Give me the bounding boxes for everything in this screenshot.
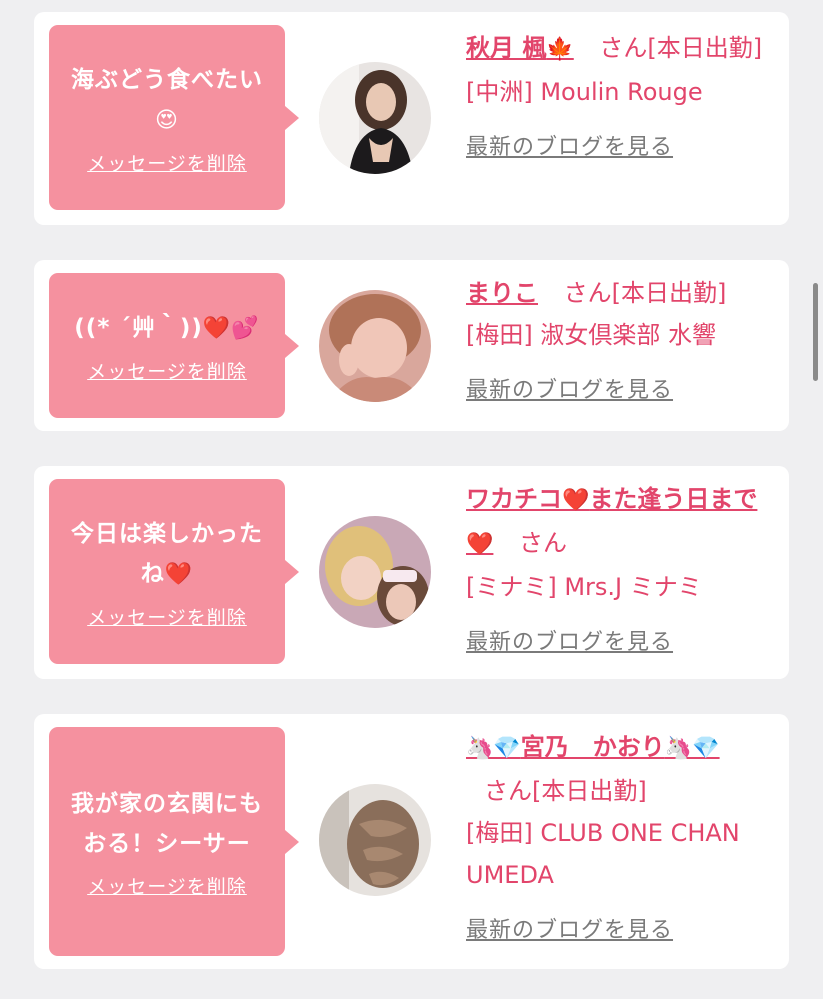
heart-eyes-emoji-icon: 😍 [155, 107, 179, 133]
cast-name-link[interactable]: 秋月 楓🍁 [466, 34, 574, 62]
cast-name-link[interactable]: ワカチコ❤️また逢う日まで❤️ [466, 485, 757, 557]
blog-link[interactable]: 最新のブログを見る [466, 127, 766, 169]
message-bubble: 今日は楽しかったね❤️ メッセージを削除 [49, 479, 299, 664]
message-text: ((* ´艸｀))❤️💕 [74, 314, 260, 341]
message-bubble: ((* ´艸｀))❤️💕 メッセージを削除 [49, 273, 299, 418]
message-card: ((* ´艸｀))❤️💕 メッセージを削除 まりこ さん[本日出勤] [梅田] … [34, 260, 789, 431]
avatar[interactable] [319, 784, 431, 896]
heart-emoji-icon: ❤️ [164, 561, 194, 587]
cast-info: まりこ さん[本日出勤] [梅田] 淑女倶楽部 水響 最新のブログを見る [466, 272, 766, 412]
cast-suffix: さん[本日出勤] [563, 279, 727, 307]
avatar[interactable] [319, 516, 431, 628]
message-card: 我が家の玄関にもおる！シーサー メッセージを削除 🦄💎宮乃 かおり🦄💎 さん[本… [34, 714, 789, 969]
cast-name-link[interactable]: 🦄💎宮乃 かおり🦄💎 [466, 733, 720, 761]
cast-suffix: さん [519, 529, 568, 557]
message-text: 海ぶどう食べたい 😍 [71, 66, 263, 133]
shop-name: [ミナミ] Mrs.J ミナミ [466, 573, 702, 601]
delete-message-link[interactable]: メッセージを削除 [87, 149, 247, 176]
message-text: 我が家の玄関にもおる！シーサー [71, 791, 263, 857]
message-text: 今日は楽しかったね❤️ [71, 520, 263, 587]
blog-link[interactable]: 最新のブログを見る [466, 370, 766, 412]
unicorn-gem-icon: 🦄💎 [466, 736, 521, 761]
heart-emoji-icon: ❤️💕 [202, 315, 260, 341]
delete-message-link[interactable]: メッセージを削除 [87, 603, 247, 630]
message-bubble: 我が家の玄関にもおる！シーサー メッセージを削除 [49, 727, 299, 956]
avatar[interactable] [319, 62, 431, 174]
blog-link[interactable]: 最新のブログを見る [466, 622, 766, 664]
cast-info: 秋月 楓🍁 さん[本日出勤] [中洲] Moulin Rouge 最新のブログを… [466, 27, 766, 169]
shop-name: [梅田] 淑女倶楽部 水響 [466, 321, 716, 349]
message-card: 海ぶどう食べたい 😍 メッセージを削除 秋月 楓🍁 さん[本日出勤] [中洲] … [34, 12, 789, 225]
heart-emoji-icon: ❤️ [466, 532, 494, 557]
delete-message-link[interactable]: メッセージを削除 [87, 872, 247, 899]
maple-leaf-icon: 🍁 [546, 37, 574, 62]
cast-info: 🦄💎宮乃 かおり🦄💎 さん[本日出勤] [梅田] CLUB ONE CHAN U… [466, 726, 766, 952]
shop-name: [中洲] Moulin Rouge [466, 78, 703, 106]
cast-name-link[interactable]: まりこ [466, 279, 538, 307]
avatar[interactable] [319, 290, 431, 402]
shop-name: [梅田] CLUB ONE CHAN UMEDA [466, 819, 740, 889]
message-bubble: 海ぶどう食べたい 😍 メッセージを削除 [49, 25, 299, 210]
blog-link[interactable]: 最新のブログを見る [466, 910, 766, 952]
delete-message-link[interactable]: メッセージを削除 [87, 357, 247, 384]
heart-emoji-icon: ❤️ [562, 488, 590, 513]
unicorn-gem-icon: 🦄💎 [664, 736, 720, 761]
message-card: 今日は楽しかったね❤️ メッセージを削除 ワカチコ❤️また逢う日まで❤️ さん … [34, 466, 789, 679]
cast-suffix: さん[本日出勤] [599, 34, 763, 62]
scrollbar[interactable] [813, 283, 818, 381]
cast-suffix: さん[本日出勤] [484, 777, 647, 805]
cast-info: ワカチコ❤️また逢う日まで❤️ さん [ミナミ] Mrs.J ミナミ 最新のブロ… [466, 478, 766, 664]
